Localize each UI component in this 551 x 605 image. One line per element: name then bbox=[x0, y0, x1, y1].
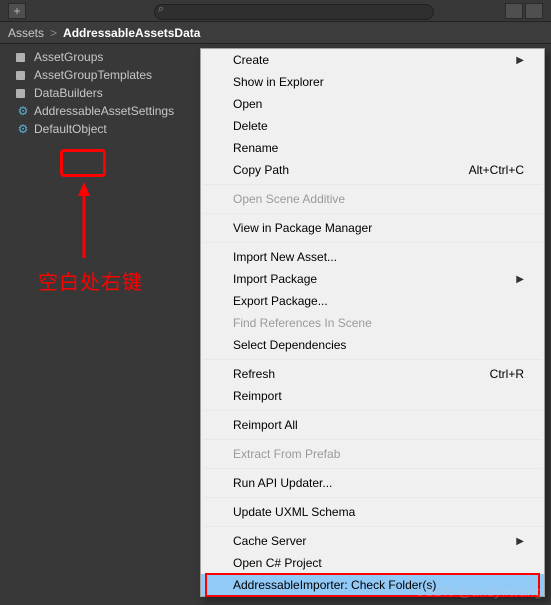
annotation-arrow bbox=[78, 182, 98, 265]
menu-item[interactable]: Open bbox=[201, 93, 544, 115]
menu-item[interactable]: Cache Server ▶ bbox=[201, 530, 544, 552]
menu-item: Find References In Scene bbox=[201, 312, 544, 334]
menu-item[interactable]: Show in Explorer bbox=[201, 71, 544, 93]
menu-item[interactable]: Select Dependencies bbox=[201, 334, 544, 356]
menu-item-label: Select Dependencies bbox=[233, 338, 346, 352]
menu-item-label: Refresh bbox=[233, 367, 275, 381]
tree-item-label: AddressableAssetSettings bbox=[34, 104, 174, 118]
menu-item[interactable]: Reimport All bbox=[201, 414, 544, 436]
menu-item-shortcut: Ctrl+R bbox=[490, 367, 524, 381]
tree-item-addressableassetsettings[interactable]: AddressableAssetSettings bbox=[0, 102, 200, 120]
menu-item-label: Reimport All bbox=[233, 418, 298, 432]
menu-separator bbox=[203, 526, 542, 527]
menu-item: Extract From Prefab bbox=[201, 443, 544, 465]
menu-item-label: Open C# Project bbox=[233, 556, 322, 570]
tree-item-defaultobject[interactable]: DefaultObject bbox=[0, 120, 200, 138]
menu-item[interactable]: Import New Asset... bbox=[201, 246, 544, 268]
annotation-text: 空白处右键 bbox=[38, 266, 143, 295]
hidden-toggle-icon[interactable] bbox=[525, 3, 543, 19]
tree-item-label: DataBuilders bbox=[34, 86, 103, 100]
menu-separator bbox=[203, 497, 542, 498]
scriptableobject-icon bbox=[16, 105, 30, 117]
menu-item[interactable]: AddressableImporter: Check Folder(s) bbox=[201, 574, 544, 596]
chevron-right-icon: ▶ bbox=[516, 55, 524, 66]
menu-item[interactable]: Update UXML Schema bbox=[201, 501, 544, 523]
toolbar: + ⌕ bbox=[0, 0, 551, 22]
add-button[interactable]: + bbox=[8, 3, 26, 19]
tree-item-label: AssetGroupTemplates bbox=[34, 68, 152, 82]
menu-item: Open Scene Additive bbox=[201, 188, 544, 210]
menu-separator bbox=[203, 184, 542, 185]
menu-separator bbox=[203, 213, 542, 214]
menu-item-label: Open bbox=[233, 97, 262, 111]
menu-item-label: Rename bbox=[233, 141, 278, 155]
menu-separator bbox=[203, 439, 542, 440]
breadcrumb-current[interactable]: AddressableAssetsData bbox=[63, 26, 200, 40]
scriptableobject-icon bbox=[16, 123, 30, 135]
project-tree[interactable]: AssetGroups AssetGroupTemplates DataBuil… bbox=[0, 44, 200, 605]
context-menu[interactable]: Create ▶ Show in Explorer Open Delete Rename C… bbox=[200, 48, 545, 597]
menu-item[interactable]: Delete bbox=[201, 115, 544, 137]
visibility-toggle-icon[interactable] bbox=[505, 3, 523, 19]
menu-item-label: Export Package... bbox=[233, 294, 328, 308]
menu-item[interactable]: Import Package ▶ bbox=[201, 268, 544, 290]
menu-separator bbox=[203, 242, 542, 243]
menu-item-label: View in Package Manager bbox=[233, 221, 372, 235]
menu-item-label: Open Scene Additive bbox=[233, 192, 345, 206]
menu-item[interactable]: Create ▶ bbox=[201, 49, 544, 71]
folder-icon bbox=[16, 69, 30, 81]
search-field-wrap: ⌕ bbox=[154, 2, 434, 20]
breadcrumb-root[interactable]: Assets bbox=[8, 26, 44, 40]
menu-item-label: Run API Updater... bbox=[233, 476, 332, 490]
menu-separator bbox=[203, 468, 542, 469]
menu-item-label: AddressableImporter: Check Folder(s) bbox=[233, 578, 436, 592]
annotation-box bbox=[60, 149, 106, 177]
menu-item[interactable]: Refresh Ctrl+R bbox=[201, 363, 544, 385]
tree-item-label: DefaultObject bbox=[34, 122, 107, 136]
menu-separator bbox=[203, 359, 542, 360]
chevron-right-icon: ▶ bbox=[516, 536, 524, 547]
menu-item-label: Import Package bbox=[233, 272, 317, 286]
menu-item[interactable]: Open C# Project bbox=[201, 552, 544, 574]
menu-item-label: Extract From Prefab bbox=[233, 447, 340, 461]
menu-item-label: Reimport bbox=[233, 389, 282, 403]
menu-item-label: Create bbox=[233, 53, 269, 67]
folder-icon bbox=[16, 51, 30, 63]
menu-item-shortcut: Alt+Ctrl+C bbox=[469, 163, 524, 177]
tree-item-assetgroups[interactable]: AssetGroups bbox=[0, 48, 200, 66]
menu-item-label: Show in Explorer bbox=[233, 75, 324, 89]
menu-item[interactable]: Export Package... bbox=[201, 290, 544, 312]
breadcrumb-sep: > bbox=[50, 26, 57, 40]
search-icon: ⌕ bbox=[158, 3, 164, 16]
menu-item-label: Find References In Scene bbox=[233, 316, 372, 330]
menu-item-label: Cache Server bbox=[233, 534, 306, 548]
menu-item[interactable]: Reimport bbox=[201, 385, 544, 407]
menu-item[interactable]: Copy Path Alt+Ctrl+C bbox=[201, 159, 544, 181]
menu-separator bbox=[203, 410, 542, 411]
menu-item-label: Copy Path bbox=[233, 163, 289, 177]
tree-item-label: AssetGroups bbox=[34, 50, 103, 64]
search-input[interactable] bbox=[154, 4, 434, 20]
chevron-right-icon: ▶ bbox=[516, 274, 524, 285]
menu-item[interactable]: View in Package Manager bbox=[201, 217, 544, 239]
tree-item-assetgrouptemplates[interactable]: AssetGroupTemplates bbox=[0, 66, 200, 84]
breadcrumb: Assets > AddressableAssetsData bbox=[0, 22, 551, 44]
menu-item[interactable]: Rename bbox=[201, 137, 544, 159]
toolbar-right bbox=[505, 3, 543, 19]
tree-item-databuilders[interactable]: DataBuilders bbox=[0, 84, 200, 102]
menu-item-label: Update UXML Schema bbox=[233, 505, 355, 519]
folder-icon bbox=[16, 87, 30, 99]
menu-item-label: Delete bbox=[233, 119, 268, 133]
menu-item-label: Import New Asset... bbox=[233, 250, 337, 264]
menu-item[interactable]: Run API Updater... bbox=[201, 472, 544, 494]
